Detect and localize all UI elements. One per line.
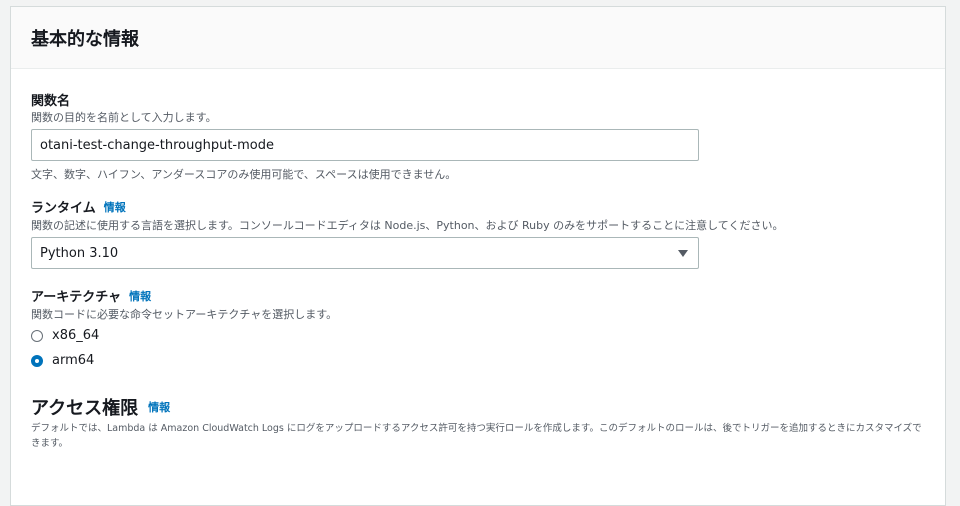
radio-x86-64-label: x86_64 <box>52 328 100 343</box>
permissions-info-link[interactable]: 情報 <box>148 399 170 415</box>
permissions-title-row: アクセス権限 情報 <box>31 394 170 420</box>
architecture-info-link[interactable]: 情報 <box>129 288 151 304</box>
permissions-title: アクセス権限 <box>31 398 139 419</box>
radio-checked-icon[interactable] <box>31 354 43 367</box>
radio-unchecked-icon[interactable] <box>31 329 43 342</box>
runtime-selected-value: Python 3.10 <box>40 245 119 261</box>
architecture-label-row: アーキテクチャ 情報 <box>31 286 151 306</box>
basic-info-panel: 基本的な情報 関数名 関数の目的を名前として入力します。 文字、数字、ハイフン、… <box>10 6 946 506</box>
runtime-label: ランタイム <box>31 201 96 216</box>
panel-header: 基本的な情報 <box>11 7 945 69</box>
function-name-input[interactable] <box>31 129 699 161</box>
runtime-label-row: ランタイム 情報 <box>31 197 126 217</box>
function-name-constraint: 文字、数字、ハイフン、アンダースコアのみ使用可能で、スペースは使用できません。 <box>31 168 457 181</box>
runtime-select[interactable]: Python 3.10 <box>31 237 699 269</box>
caret-down-icon <box>678 249 688 257</box>
radio-arm64-label: arm64 <box>52 353 95 368</box>
function-name-label: 関数名 <box>31 94 71 109</box>
panel-title: 基本的な情報 <box>31 28 139 50</box>
radio-arm64[interactable]: arm64 <box>31 353 94 368</box>
runtime-description: 関数の記述に使用する言語を選択します。コンソールコードエディタは Node.js… <box>31 219 784 232</box>
architecture-description: 関数コードに必要な命令セットアーキテクチャを選択します。 <box>31 308 338 321</box>
runtime-info-link[interactable]: 情報 <box>104 199 126 215</box>
function-name-description: 関数の目的を名前として入力します。 <box>31 111 217 124</box>
architecture-label: アーキテクチャ <box>31 290 122 305</box>
radio-x86-64[interactable]: x86_64 <box>31 328 99 343</box>
permissions-description: デフォルトでは、Lambda は Amazon CloudWatch Logs … <box>31 423 922 449</box>
